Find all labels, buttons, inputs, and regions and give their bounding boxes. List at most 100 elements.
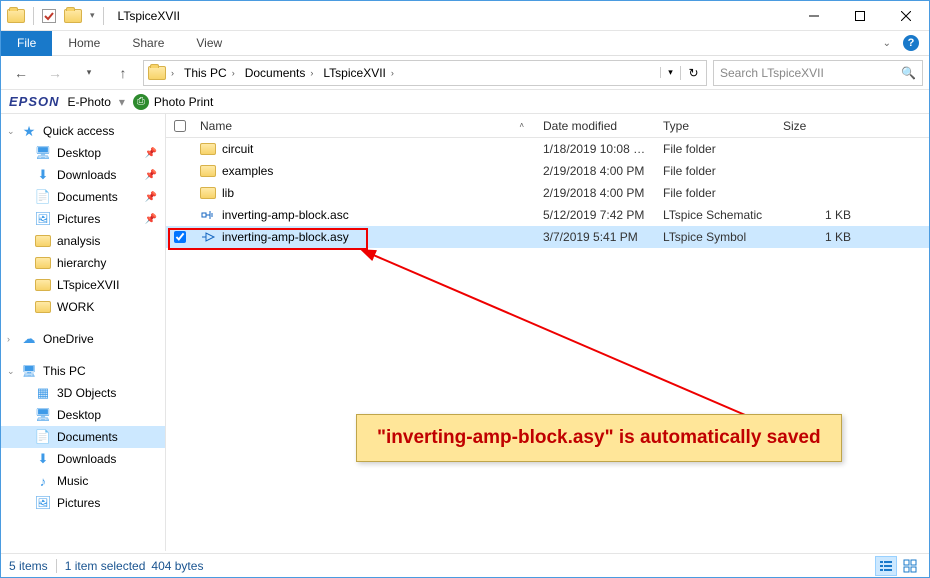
up-button[interactable]: ↑ <box>109 59 137 87</box>
sidebar-item[interactable]: WORK <box>1 296 165 318</box>
refresh-button[interactable]: ↻ <box>680 66 706 80</box>
desktop-icon: 🖥 <box>35 145 51 161</box>
recent-dropdown-icon[interactable]: ▾ <box>75 59 103 87</box>
sidebar-item[interactable]: 🖼Pictures📌 <box>1 208 165 230</box>
pc-icon: 🖥 <box>21 363 37 379</box>
sidebar-item-label: Pictures <box>57 496 100 510</box>
3d-icon: ▦ <box>35 385 51 401</box>
sidebar-item-quick-access[interactable]: ⌄ ★ Quick access <box>1 120 165 142</box>
table-row[interactable]: lib 2/19/2018 4:00 PMFile folder <box>166 182 929 204</box>
column-date[interactable]: Date modified <box>537 114 657 137</box>
table-row[interactable]: inverting-amp-block.asc5/12/2019 7:42 PM… <box>166 204 929 226</box>
annotation-callout: "inverting-amp-block.asy" is automatical… <box>356 414 842 462</box>
tab-home[interactable]: Home <box>52 31 116 56</box>
sidebar-item[interactable]: 📄Documents <box>1 426 165 448</box>
row-checkbox[interactable] <box>166 231 194 243</box>
column-size[interactable]: Size <box>777 114 857 137</box>
select-all-checkbox[interactable] <box>166 114 194 137</box>
sidebar-item-label: Pictures <box>57 212 100 226</box>
column-type[interactable]: Type <box>657 114 777 137</box>
folder-icon <box>200 187 216 199</box>
pin-icon: 📌 <box>145 214 157 225</box>
desktop-icon: 🖥 <box>35 407 51 423</box>
file-name: circuit <box>222 142 253 156</box>
file-type: File folder <box>657 186 777 200</box>
search-icon[interactable]: 🔍 <box>901 66 916 80</box>
sidebar-item-onedrive[interactable]: › ☁ OneDrive <box>1 328 165 350</box>
sidebar-item-label: Documents <box>57 190 118 204</box>
status-bar: 5 items 1 item selected 404 bytes <box>1 553 929 577</box>
tab-share[interactable]: Share <box>116 31 180 56</box>
status-size: 404 bytes <box>151 559 203 573</box>
details-view-button[interactable] <box>875 556 897 576</box>
title-bar: ▾ LTspiceXVII <box>1 1 929 31</box>
folder-icon <box>35 257 51 269</box>
properties-icon[interactable] <box>42 9 56 23</box>
ribbon-tabs: File Home Share View ⌄ ? <box>1 31 929 56</box>
table-row[interactable]: examples2/19/2018 4:00 PMFile folder <box>166 160 929 182</box>
table-row[interactable]: circuit1/18/2019 10:08 PMFile folder <box>166 138 929 160</box>
sidebar-item[interactable]: 📄Documents📌 <box>1 186 165 208</box>
navigation-row: ← → ▾ ↑ › This PC› Documents› LTspiceXVI… <box>1 56 929 90</box>
row-checkbox[interactable] <box>166 209 194 221</box>
sidebar-item[interactable]: 🖥Desktop📌 <box>1 142 165 164</box>
sidebar-item[interactable]: ⬇Downloads📌 <box>1 164 165 186</box>
photo-print-button[interactable]: ⎙ Photo Print <box>133 94 213 110</box>
search-input[interactable]: Search LTspiceXVII 🔍 <box>713 60 923 86</box>
forward-button[interactable]: → <box>41 59 69 87</box>
thumbnails-view-button[interactable] <box>899 556 921 576</box>
maximize-button[interactable] <box>837 1 883 31</box>
sidebar-item[interactable]: ⬇Downloads <box>1 448 165 470</box>
folder-icon <box>200 143 216 155</box>
new-folder-icon[interactable] <box>64 9 82 23</box>
column-name[interactable]: Name˄ <box>194 114 537 137</box>
file-tab[interactable]: File <box>1 31 52 56</box>
tab-view[interactable]: View <box>180 31 238 56</box>
navigation-pane[interactable]: ⌄ ★ Quick access 🖥Desktop📌⬇Downloads📌📄Do… <box>1 114 166 551</box>
sidebar-item-label: Music <box>57 474 88 488</box>
sidebar-item-this-pc[interactable]: ⌄ 🖥 This PC <box>1 360 165 382</box>
symbol-icon <box>200 229 216 245</box>
star-icon: ★ <box>21 123 37 139</box>
sidebar-item-label: Downloads <box>57 168 116 182</box>
sidebar-item-label: Documents <box>57 430 118 444</box>
sidebar-item-label: 3D Objects <box>57 386 116 400</box>
sidebar-item[interactable]: hierarchy <box>1 252 165 274</box>
sidebar-item[interactable]: 🖼Pictures <box>1 492 165 514</box>
ephoto-button[interactable]: E-Photo <box>68 95 111 109</box>
back-button[interactable]: ← <box>7 59 35 87</box>
file-list[interactable]: Name˄ Date modified Type Size circuit1/1… <box>166 114 929 551</box>
sidebar-item[interactable]: 🖥Desktop <box>1 404 165 426</box>
chevron-down-icon[interactable]: ⌄ <box>7 126 15 137</box>
folder-icon <box>35 279 51 291</box>
search-placeholder: Search LTspiceXVII <box>720 66 824 80</box>
status-selected-count: 1 item selected <box>65 559 146 573</box>
minimize-button[interactable] <box>791 1 837 31</box>
sidebar-item[interactable]: analysis <box>1 230 165 252</box>
sidebar-item[interactable]: ▦ 3D Objects <box>1 382 165 404</box>
divider <box>33 7 34 25</box>
annotation-text: "inverting-amp-block.asy" is automatical… <box>377 427 821 448</box>
row-checkbox[interactable] <box>166 143 194 155</box>
row-checkbox[interactable] <box>166 187 194 199</box>
address-dropdown-icon[interactable]: ▾ <box>660 67 680 78</box>
sidebar-item-label: analysis <box>57 234 100 248</box>
chevron-right-icon[interactable]: › <box>7 334 10 344</box>
help-icon[interactable]: ? <box>903 35 919 51</box>
qat-dropdown-icon[interactable]: ▾ <box>90 10 95 21</box>
file-name: lib <box>222 186 234 200</box>
file-date: 2/19/2018 4:00 PM <box>537 186 657 200</box>
breadcrumb: LTspiceXVII› <box>319 61 399 85</box>
folder-icon <box>200 165 216 177</box>
divider <box>103 7 104 25</box>
sidebar-item[interactable]: LTspiceXVII <box>1 274 165 296</box>
sidebar-item-label: Desktop <box>57 146 101 160</box>
chevron-down-icon[interactable]: ⌄ <box>7 366 15 377</box>
close-button[interactable] <box>883 1 929 31</box>
address-bar[interactable]: › This PC› Documents› LTspiceXVII› ▾ ↻ <box>143 60 707 86</box>
row-checkbox[interactable] <box>166 165 194 177</box>
ribbon-collapse-icon[interactable]: ⌄ <box>875 38 899 49</box>
downloads-icon: ⬇ <box>35 451 51 467</box>
table-row[interactable]: inverting-amp-block.asy3/7/2019 5:41 PML… <box>166 226 929 248</box>
sidebar-item[interactable]: ♪Music <box>1 470 165 492</box>
